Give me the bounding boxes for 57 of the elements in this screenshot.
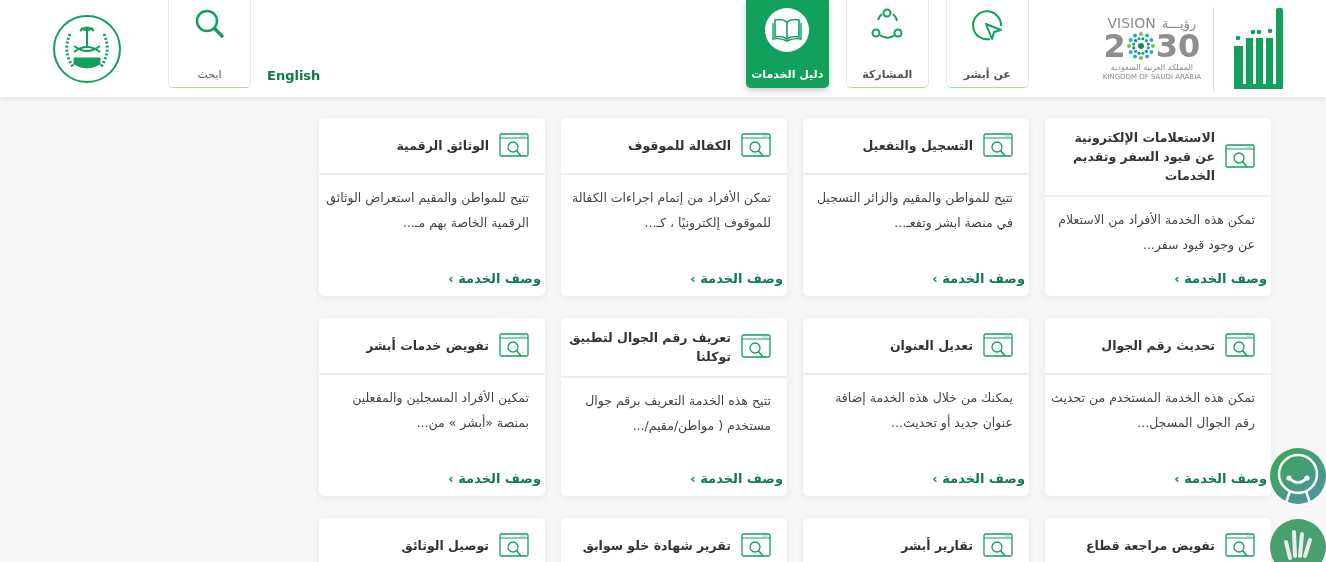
sign-language-icon[interactable] bbox=[1268, 518, 1326, 562]
card-description: تتيح للمواطن والمقيم والزائر التسجيل في منصة ابشر وتفعـ... bbox=[815, 189, 1013, 233]
search-window-icon bbox=[499, 532, 529, 559]
service-link[interactable]: وصف الخدمة › bbox=[448, 271, 541, 286]
nav-tab[interactable]: عن أبشر bbox=[945, 0, 1029, 88]
card-title: توصيل الوثائق bbox=[401, 537, 489, 555]
service-link[interactable]: وصف الخدمة › bbox=[932, 271, 1025, 286]
card-title: تقارير أبشر bbox=[901, 536, 973, 555]
smiley-chat-icon[interactable] bbox=[1268, 447, 1326, 505]
card-title: تعديل العنوان bbox=[889, 337, 973, 355]
nav-tab[interactable]: دليل الخدمات bbox=[745, 0, 829, 88]
search-window-icon bbox=[1225, 332, 1255, 359]
search-window-icon bbox=[499, 332, 529, 359]
vision-arabic-word: رؤيـــة bbox=[1161, 17, 1197, 30]
country-name-arabic: المملكة العربية السعودية bbox=[1110, 64, 1193, 72]
year-digits: 30 bbox=[1155, 30, 1201, 62]
service-link[interactable]: وصف الخدمة › bbox=[1174, 271, 1267, 286]
card-title: الاستعلامات الإلكترونية عن قيود السفر وتقديم الخدمات bbox=[1071, 129, 1215, 185]
search-window-icon bbox=[1225, 532, 1255, 559]
card-description: يمكنك من خلال هذه الخدمة إضافة عنوان جديد أو تحديث... bbox=[834, 389, 1013, 433]
card-title: الكفالة للموقوف bbox=[627, 137, 731, 155]
card-title: الوثائق الرقمية bbox=[396, 137, 489, 155]
search-icon bbox=[193, 8, 226, 40]
vision-word: VISION bbox=[1107, 16, 1156, 30]
service-link[interactable]: وصف الخدمة › bbox=[448, 471, 541, 486]
card-title: تعريف رقم الجوال لتطبيق توكلنا bbox=[568, 329, 731, 366]
service-link[interactable]: وصف الخدمة › bbox=[690, 471, 783, 486]
book-icon bbox=[765, 8, 810, 52]
search-window-icon bbox=[983, 532, 1013, 559]
card-title: تقرير شهادة خلو سوابق bbox=[582, 537, 731, 555]
card-description: تمكن هذه الخدمة المستخدم من تحديث رقم الجوال المسجل... bbox=[1050, 389, 1255, 433]
service-link[interactable]: وصف الخدمة › bbox=[932, 471, 1025, 486]
search-window-icon bbox=[741, 532, 771, 559]
search-window-icon bbox=[499, 132, 529, 159]
search-window-icon bbox=[741, 132, 771, 159]
dotted-emblem-icon bbox=[1125, 31, 1156, 61]
cursor-circle-icon bbox=[970, 8, 1005, 42]
card-title: تحديث رقم الجوال bbox=[1101, 337, 1215, 355]
card-description: تمكن الأفراد من إتمام اجراءات الكفالة للموقوف إلكترونيًا ، كـ... bbox=[571, 189, 771, 233]
card-title: تفويض خدمات أبشر bbox=[366, 336, 489, 355]
service-link[interactable]: وصف الخدمة › bbox=[1174, 471, 1267, 486]
search-button[interactable]: ابحث bbox=[168, 0, 251, 88]
card-title: تفويض مراجعة قطاع bbox=[1085, 537, 1215, 555]
search-window-icon bbox=[1225, 143, 1255, 170]
card-description: تمكين الأفراد المسجلين والمفعلين بمنصة «أبشر » من... bbox=[351, 389, 529, 433]
card-description: تتيح للمواطن والمقيم استعراض الوثائق الرقمية الخاصة بهم مـ... bbox=[325, 189, 529, 233]
card-description: تتيح هذه الخدمة التعريف برقم جوال مستخدم ( مواطن/مقيم/... bbox=[584, 392, 771, 436]
search-window-icon bbox=[983, 132, 1013, 159]
search-window-icon bbox=[741, 334, 771, 360]
language-link[interactable]: English bbox=[267, 68, 321, 83]
year-digits: 2 bbox=[1103, 30, 1126, 62]
search-window-icon bbox=[983, 332, 1013, 359]
card-title: التسجيل والتفعيل bbox=[862, 137, 973, 155]
service-link[interactable]: وصف الخدمة › bbox=[690, 271, 783, 286]
emblem-drawing bbox=[52, 13, 122, 84]
nav-tab[interactable]: المشاركة bbox=[845, 0, 929, 88]
card-description: تمكن هذه الخدمة الأفراد من الاستعلام عن وجود قيود سفر... bbox=[1057, 211, 1255, 255]
